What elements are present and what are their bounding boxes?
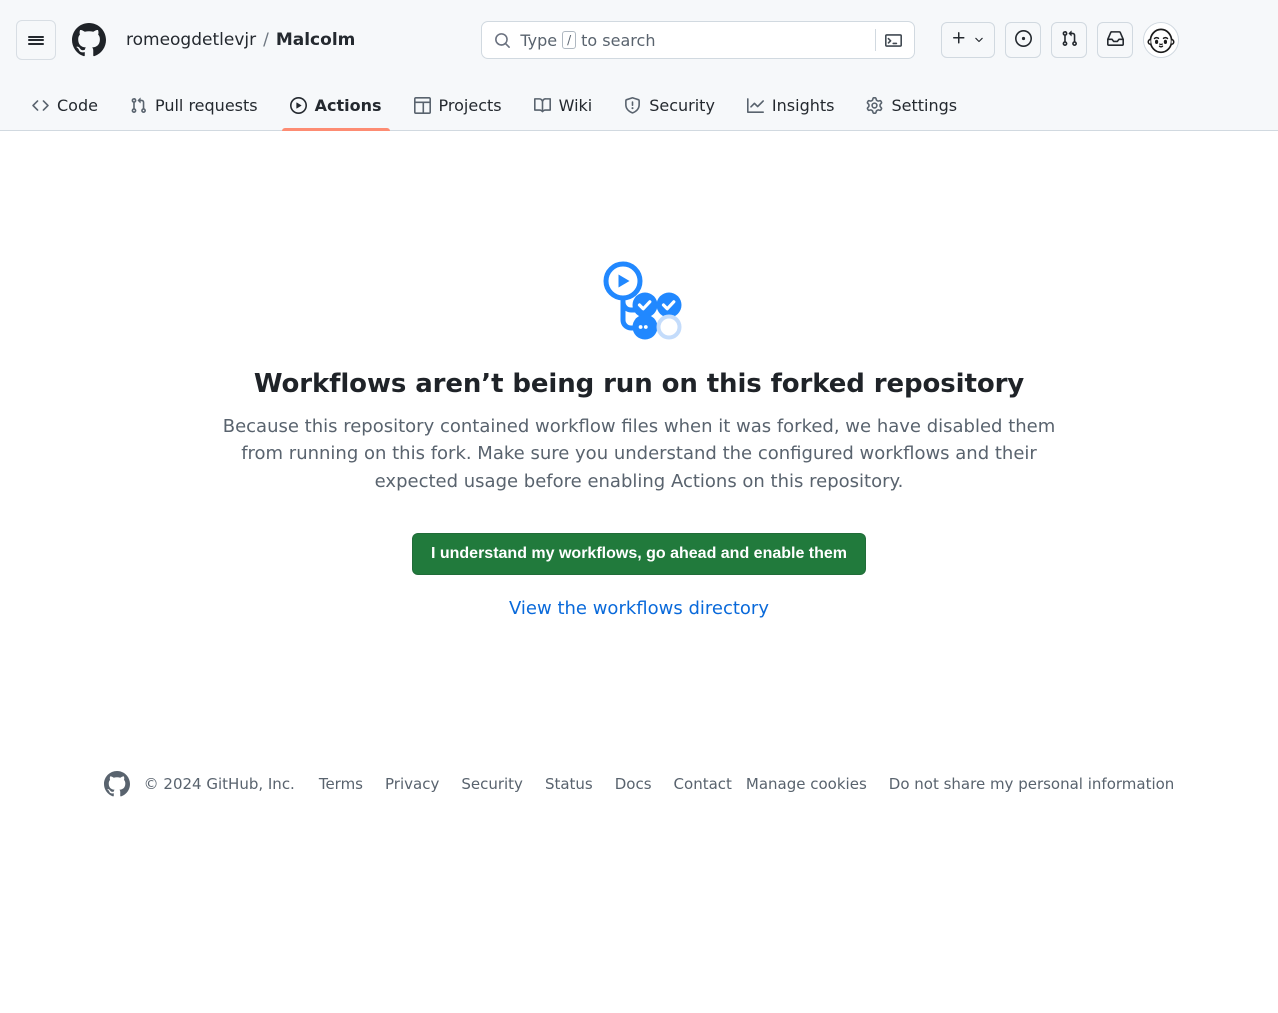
gear-icon: [866, 96, 883, 114]
search-placeholder: Type / to search: [520, 31, 875, 50]
issues-button[interactable]: [1005, 22, 1042, 58]
page-description: Because this repository contained workfl…: [222, 416, 1056, 492]
tab-insights-label: Insights: [771, 95, 835, 115]
shield-icon: [624, 96, 641, 114]
footer-link-docs[interactable]: Docs: [615, 775, 652, 793]
page-footer: © 2024 GitHub, Inc. Terms Privacy Securi…: [0, 770, 1278, 797]
issue-opened-icon: [1014, 29, 1032, 51]
tab-wiki-label: Wiki: [558, 95, 593, 115]
github-logo-icon[interactable]: [72, 23, 106, 57]
tab-security[interactable]: Security: [608, 80, 731, 130]
repo-navigation: Code Pull requests Actions Projects Wiki…: [0, 80, 1278, 131]
terminal-icon[interactable]: [885, 32, 903, 49]
graph-icon: [746, 97, 764, 114]
footer-link-manage-cookies[interactable]: Manage cookies: [746, 775, 867, 793]
breadcrumb-repo[interactable]: Malcolm: [276, 30, 356, 50]
breadcrumb-separator: /: [263, 30, 269, 50]
workflow-diagram-icon: [0, 261, 1278, 343]
table-icon: [413, 96, 431, 114]
notifications-button[interactable]: [1097, 22, 1134, 58]
book-icon: [533, 97, 551, 114]
search-placeholder-suffix: to search: [581, 30, 656, 50]
footer-link-contact[interactable]: Contact: [674, 775, 732, 793]
footer-copyright: © 2024 GitHub, Inc.: [143, 774, 295, 793]
pull-requests-button[interactable]: [1051, 22, 1088, 58]
tab-projects-label: Projects: [438, 95, 502, 115]
chevron-down-icon: [973, 31, 985, 50]
actions-blankslate: Workflows aren’t being run on this forke…: [0, 131, 1278, 797]
footer-link-do-not-share[interactable]: Do not share my personal information: [889, 775, 1175, 793]
view-workflows-directory-link[interactable]: View the workflows directory: [0, 598, 1278, 619]
search-icon: [494, 32, 511, 49]
git-pull-request-icon: [1061, 30, 1078, 51]
footer-link-security[interactable]: Security: [461, 775, 523, 793]
tab-code[interactable]: Code: [16, 80, 114, 130]
tab-actions-label: Actions: [314, 95, 382, 115]
header-actions: [941, 22, 1180, 58]
play-icon: [289, 96, 307, 114]
search-slash-key: /: [562, 31, 577, 49]
inbox-icon: [1106, 30, 1124, 51]
create-new-button[interactable]: [941, 22, 996, 58]
tab-settings[interactable]: Settings: [850, 80, 973, 130]
plus-icon: [951, 30, 967, 50]
tab-pull-requests-label: Pull requests: [154, 95, 258, 115]
hamburger-menu-button[interactable]: [16, 20, 56, 60]
breadcrumb: romeogdetlevjr / Malcolm: [126, 30, 355, 50]
enable-workflows-button[interactable]: I understand my workflows, go ahead and …: [411, 533, 867, 575]
hamburger-icon: [28, 34, 44, 46]
user-avatar[interactable]: [1143, 22, 1180, 58]
tab-code-label: Code: [57, 95, 98, 115]
tab-security-label: Security: [649, 95, 715, 115]
footer-link-terms[interactable]: Terms: [319, 775, 363, 793]
tab-wiki[interactable]: Wiki: [518, 80, 609, 130]
tab-projects[interactable]: Projects: [398, 80, 518, 130]
footer-links: Terms Privacy Security Status Docs Conta…: [319, 775, 1175, 793]
tab-insights[interactable]: Insights: [731, 80, 851, 130]
tab-pull-requests[interactable]: Pull requests: [114, 80, 274, 130]
code-icon: [32, 97, 49, 114]
footer-link-status[interactable]: Status: [545, 775, 593, 793]
footer-link-privacy[interactable]: Privacy: [385, 775, 439, 793]
app-header: romeogdetlevjr / Malcolm Type / to searc…: [0, 0, 1278, 80]
git-pull-request-icon: [130, 97, 147, 114]
page-title: Workflows aren’t being run on this forke…: [253, 369, 1025, 399]
search-placeholder-prefix: Type: [520, 30, 558, 50]
search-divider: [875, 29, 877, 51]
breadcrumb-owner[interactable]: romeogdetlevjr: [126, 30, 256, 50]
github-mark-icon: [103, 770, 130, 797]
avatar-icon: [1144, 23, 1179, 57]
search-input[interactable]: Type / to search: [481, 21, 916, 59]
tab-actions[interactable]: Actions: [274, 80, 398, 131]
tab-settings-label: Settings: [891, 95, 958, 115]
